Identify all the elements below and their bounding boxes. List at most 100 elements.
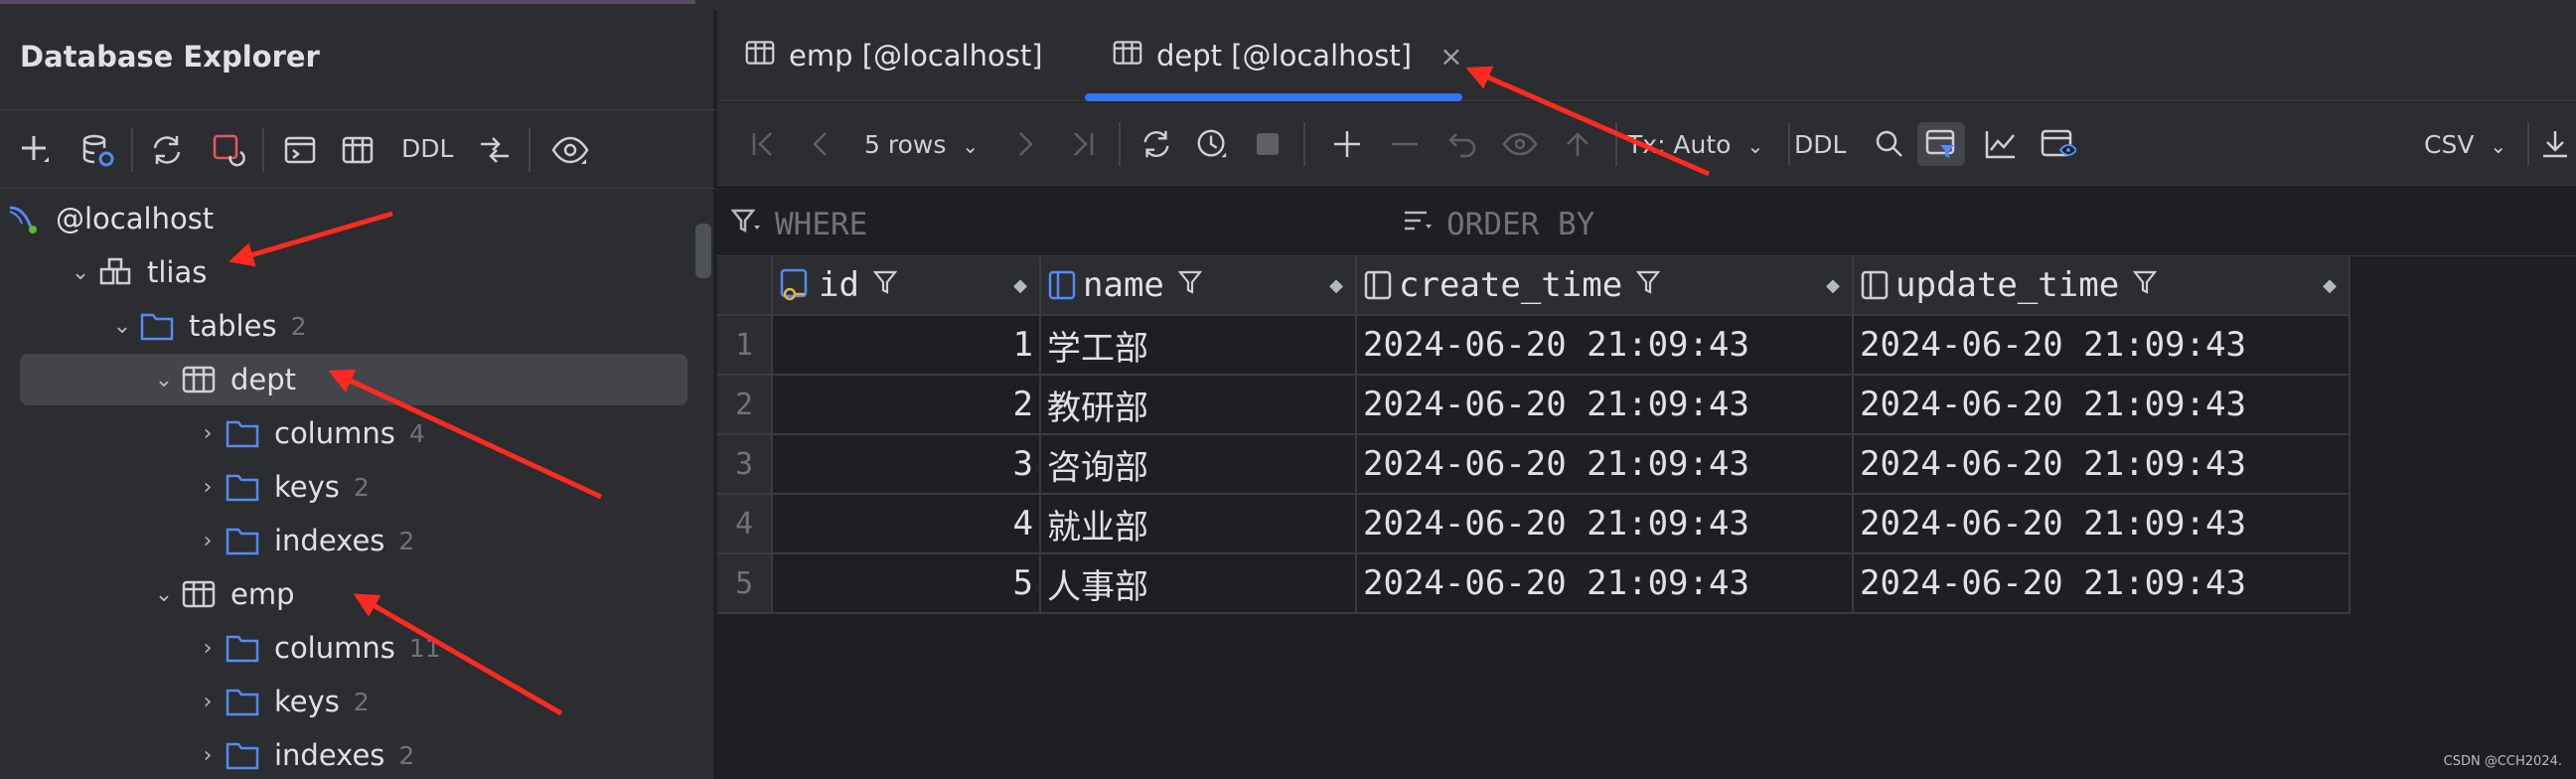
columns-count: 4	[408, 418, 425, 448]
disconnect-icon[interactable]	[209, 130, 248, 170]
previous-page-icon[interactable]	[801, 122, 840, 166]
chevron-down-icon[interactable]: ⌄	[149, 582, 179, 607]
data-source-properties-icon[interactable]	[77, 130, 117, 170]
table-row[interactable]: 5 5 人事部 2024-06-20 21:09:43 2024-06-20 2…	[717, 554, 2350, 614]
first-page-icon[interactable]	[743, 122, 783, 166]
table-row[interactable]: 3 3 咨询部 2024-06-20 21:09:43 2024-06-20 2…	[717, 435, 2350, 495]
export-download-icon[interactable]	[2535, 122, 2575, 166]
chevron-right-icon[interactable]: ›	[193, 636, 223, 661]
column-filter-icon[interactable]	[1177, 269, 1203, 302]
sort-toggle-icon[interactable]: ◆	[1013, 275, 1027, 296]
ddl-button[interactable]: DDL	[401, 134, 453, 163]
sort-toggle-icon[interactable]: ◆	[1329, 275, 1343, 296]
delete-row-icon[interactable]	[1385, 122, 1425, 166]
column-header-name[interactable]: name ◆	[1041, 256, 1357, 316]
tree-item-dept-keys[interactable]: › keys 2	[0, 461, 695, 513]
tree-item-connection[interactable]: @localhost	[0, 193, 695, 244]
column-filter-icon[interactable]	[2132, 269, 2158, 302]
chevron-right-icon[interactable]: ›	[193, 475, 223, 500]
cell-name[interactable]: 人事部	[1041, 554, 1357, 614]
next-page-icon[interactable]	[1005, 122, 1045, 166]
cell-id[interactable]: 4	[773, 495, 1041, 554]
window-top-accent	[0, 0, 695, 4]
add-icon[interactable]	[16, 130, 56, 170]
tab-emp[interactable]: emp [@localhost]	[745, 32, 1043, 79]
cell-name[interactable]: 就业部	[1041, 495, 1357, 554]
cell-id[interactable]: 2	[773, 376, 1041, 435]
cell-id[interactable]: 5	[773, 554, 1041, 614]
history-clock-icon[interactable]	[1192, 122, 1232, 166]
folder-icon	[223, 521, 262, 560]
jump-to-icon[interactable]	[475, 130, 515, 170]
chevron-right-icon[interactable]: ›	[193, 421, 223, 446]
column-filter-icon[interactable]	[1635, 269, 1661, 302]
column-header-update-time[interactable]: update_time ◆	[1854, 256, 2350, 316]
filter-toggle-icon[interactable]	[1917, 122, 1965, 166]
cell-create-time[interactable]: 2024-06-20 21:09:43	[1357, 554, 1854, 614]
tree-item-emp-columns[interactable]: › columns 11	[0, 622, 695, 674]
chevron-right-icon[interactable]: ›	[193, 690, 223, 714]
tree-item-tables[interactable]: ⌄ tables 2	[0, 300, 695, 352]
chevron-down-icon[interactable]: ⌄	[107, 314, 137, 339]
last-page-icon[interactable]	[1063, 122, 1103, 166]
tab-label: dept [@localhost]	[1156, 39, 1413, 73]
tree-item-table-dept[interactable]: ⌄ dept	[20, 354, 687, 405]
keys-count: 2	[353, 472, 370, 502]
table-row[interactable]: 2 2 教研部 2024-06-20 21:09:43 2024-06-20 2…	[717, 376, 2350, 435]
tab-dept[interactable]: dept [@localhost] ×	[1113, 32, 1463, 79]
cell-create-time[interactable]: 2024-06-20 21:09:43	[1357, 495, 1854, 554]
sort-toggle-icon[interactable]: ◆	[2323, 275, 2337, 296]
close-icon[interactable]: ×	[1440, 40, 1462, 73]
tree-item-schema-tlias[interactable]: ⌄ tlias	[0, 246, 695, 298]
table-row[interactable]: 1 1 学工部 2024-06-20 21:09:43 2024-06-20 2…	[717, 316, 2350, 376]
order-by-input[interactable]: ORDER BY	[1403, 207, 1594, 242]
table-icon[interactable]	[338, 130, 378, 170]
cell-update-time[interactable]: 2024-06-20 21:09:43	[1854, 495, 2350, 554]
tree-item-dept-columns[interactable]: › columns 4	[0, 407, 695, 459]
cell-name[interactable]: 学工部	[1041, 316, 1357, 376]
cell-create-time[interactable]: 2024-06-20 21:09:43	[1357, 435, 1854, 495]
tree-item-table-emp[interactable]: ⌄ emp	[0, 568, 695, 620]
stop-icon[interactable]	[1248, 122, 1288, 166]
cell-name[interactable]: 咨询部	[1041, 435, 1357, 495]
search-icon[interactable]	[1870, 122, 1909, 166]
column-filter-icon[interactable]	[872, 269, 898, 302]
keys-count: 2	[353, 687, 370, 716]
sort-toggle-icon[interactable]: ◆	[1826, 275, 1840, 296]
page-size-dropdown[interactable]: 5 rows ⌄	[864, 130, 979, 159]
view-settings-icon[interactable]	[2039, 122, 2078, 166]
chevron-right-icon[interactable]: ›	[193, 529, 223, 553]
tree-item-emp-indexes[interactable]: › indexes 2	[0, 729, 695, 779]
chart-icon[interactable]	[1981, 122, 2021, 166]
submit-icon[interactable]	[1558, 122, 1597, 166]
cell-create-time[interactable]: 2024-06-20 21:09:43	[1357, 316, 1854, 376]
reload-icon[interactable]	[1136, 122, 1176, 166]
revert-icon[interactable]	[1442, 122, 1482, 166]
chevron-down-icon[interactable]: ⌄	[66, 260, 95, 285]
cell-update-time[interactable]: 2024-06-20 21:09:43	[1854, 435, 2350, 495]
ddl-button[interactable]: DDL	[1794, 130, 1846, 159]
tree-item-emp-keys[interactable]: › keys 2	[0, 676, 695, 727]
cell-create-time[interactable]: 2024-06-20 21:09:43	[1357, 376, 1854, 435]
cell-id[interactable]: 3	[773, 435, 1041, 495]
export-format-dropdown[interactable]: CSV ⌄	[2424, 130, 2506, 159]
column-header-create-time[interactable]: create_time ◆	[1357, 256, 1854, 316]
refresh-icon[interactable]	[147, 130, 187, 170]
where-filter-input[interactable]: WHERE	[730, 207, 867, 242]
cell-update-time[interactable]: 2024-06-20 21:09:43	[1854, 376, 2350, 435]
chevron-right-icon[interactable]: ›	[193, 743, 223, 768]
cell-name[interactable]: 教研部	[1041, 376, 1357, 435]
add-row-icon[interactable]	[1327, 122, 1367, 166]
preview-changes-icon[interactable]	[1500, 122, 1540, 166]
cell-update-time[interactable]: 2024-06-20 21:09:43	[1854, 554, 2350, 614]
tree-item-dept-indexes[interactable]: › indexes 2	[0, 515, 695, 566]
tree-scrollbar-thumb[interactable]	[695, 224, 711, 278]
chevron-down-icon[interactable]: ⌄	[149, 368, 179, 392]
cell-id[interactable]: 1	[773, 316, 1041, 376]
table-row[interactable]: 4 4 就业部 2024-06-20 21:09:43 2024-06-20 2…	[717, 495, 2350, 554]
transaction-mode-dropdown[interactable]: Tx: Auto ⌄	[1627, 130, 1763, 159]
query-console-icon[interactable]	[280, 130, 320, 170]
cell-update-time[interactable]: 2024-06-20 21:09:43	[1854, 316, 2350, 376]
view-options-eye-icon[interactable]	[550, 130, 590, 170]
column-header-id[interactable]: id ◆	[773, 256, 1041, 316]
